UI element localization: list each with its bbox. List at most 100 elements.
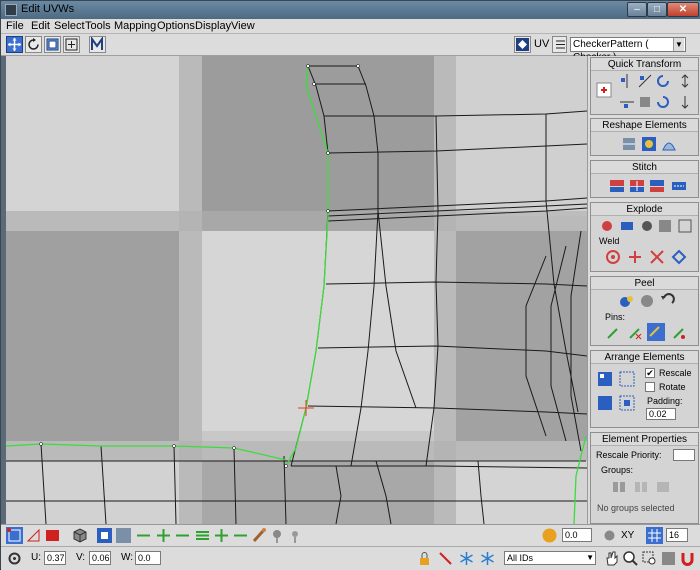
stitch-settings-button[interactable] (671, 178, 687, 194)
soft-selection-button[interactable] (541, 527, 558, 544)
select-by-element-uv-button[interactable] (96, 527, 113, 544)
menu-select[interactable]: Select (54, 20, 85, 32)
select-pins-button[interactable] (671, 325, 687, 341)
magnet-snap-button[interactable] (679, 550, 696, 567)
pan-button[interactable] (603, 550, 620, 567)
filter-selected-faces-button[interactable] (479, 550, 496, 567)
space-horizontal-button[interactable] (677, 94, 693, 110)
straighten-selection-button[interactable] (621, 136, 637, 152)
rotate-tool-button[interactable] (25, 36, 42, 53)
menu-edit[interactable]: Edit (31, 20, 50, 32)
scale-tool-button[interactable] (44, 36, 61, 53)
align-vertical-icon (620, 101, 634, 108)
select-group-button[interactable] (655, 479, 671, 495)
align-to-edge-button[interactable] (637, 94, 653, 110)
paint-grow-button[interactable] (269, 527, 286, 544)
lock-selection-button[interactable] (416, 550, 433, 567)
rescale-priority-spinner[interactable] (673, 449, 695, 461)
relax-settings-button[interactable] (661, 136, 677, 152)
menu-view[interactable]: View (231, 20, 255, 32)
maximize-button[interactable]: □ (647, 2, 667, 17)
align-horizontal-button[interactable] (619, 73, 635, 89)
expand-selection-button[interactable] (155, 527, 172, 544)
menu-mapping[interactable]: Mapping (114, 20, 156, 32)
freeform-tool-button[interactable] (63, 36, 80, 53)
zoom-region-button[interactable] (641, 550, 658, 567)
select-by-element-xy-button[interactable] (115, 527, 132, 544)
pack-normalize-button[interactable] (597, 371, 613, 387)
paint-select-button[interactable] (251, 527, 268, 544)
uv-canvas[interactable] (6, 56, 587, 524)
reset-peel-button[interactable] (659, 293, 675, 309)
rotate-checkbox[interactable] (645, 382, 655, 392)
detach-button[interactable] (619, 218, 635, 234)
freeze-selection-button[interactable] (458, 550, 475, 567)
mirror-tool-button[interactable] (89, 36, 106, 53)
grid-value-field[interactable]: 16 (666, 528, 688, 542)
menu-display[interactable]: Display (195, 20, 231, 32)
axis-constraint-button[interactable] (601, 527, 618, 544)
weld-target-button[interactable] (627, 249, 643, 265)
ungroup-button[interactable] (633, 479, 649, 495)
hide-selection-button[interactable] (437, 550, 454, 567)
move-tool-button[interactable] (6, 36, 23, 53)
rescale-checkbox[interactable]: ✔ (645, 368, 655, 378)
weld-selected-button[interactable] (605, 249, 621, 265)
stitch-average-button[interactable] (629, 178, 645, 194)
minimize-button[interactable]: – (627, 2, 647, 17)
align-diagonal-button[interactable] (637, 73, 653, 89)
zoom-extents-button[interactable] (660, 550, 677, 567)
space-vertical-button[interactable] (677, 73, 693, 89)
padding-spinner[interactable]: 0.02 (646, 408, 676, 420)
unpin-button[interactable] (627, 325, 643, 341)
weld-settings-button[interactable] (671, 249, 687, 265)
zoom-button[interactable] (622, 550, 639, 567)
grid-snap-button[interactable] (646, 527, 663, 544)
u-field[interactable]: 0.37 (44, 551, 66, 565)
stitch-to-source-button[interactable] (649, 178, 665, 194)
select-element-button[interactable] (71, 527, 88, 544)
auto-pin-button[interactable] (647, 323, 665, 341)
pack-settings-button[interactable] (619, 395, 635, 411)
flatten-by-smoothing-button[interactable] (657, 218, 673, 234)
pin-selected-button[interactable] (605, 325, 621, 341)
stitch-to-target-button[interactable] (609, 178, 625, 194)
pack-custom-button[interactable] (619, 371, 635, 387)
grow-selection-button[interactable] (135, 527, 152, 544)
quick-peel-button[interactable] (619, 293, 635, 309)
vertex-mode-button[interactable] (6, 527, 23, 544)
polygon-mode-button[interactable] (44, 527, 61, 544)
peel-mode-button[interactable] (639, 293, 655, 309)
shrink-selection-button[interactable] (174, 527, 191, 544)
loop-selection-button[interactable] (194, 527, 211, 544)
pack-together-button[interactable] (597, 395, 613, 411)
menu-file[interactable]: File (6, 20, 24, 32)
uv-list-button[interactable] (552, 36, 567, 53)
flatten-settings-button[interactable] (677, 218, 693, 234)
break-button[interactable] (599, 218, 615, 234)
relax-button[interactable] (641, 136, 657, 152)
paint-shrink-button[interactable] (287, 527, 304, 544)
checker-band (6, 211, 587, 231)
material-ids-dropdown[interactable]: All IDs ▼ (504, 551, 596, 565)
close-button[interactable]: ✕ (667, 2, 699, 17)
menu-tools[interactable]: Tools (85, 20, 111, 32)
edge-mode-button[interactable] (25, 527, 42, 544)
show-map-button[interactable] (514, 36, 531, 53)
soft-selection-falloff-field[interactable]: 0.0 (562, 528, 592, 542)
w-field[interactable]: 0.0 (135, 551, 161, 565)
rotate-plus-90-button[interactable] (655, 73, 671, 89)
absolute-mode-button[interactable] (6, 550, 23, 567)
menu-options[interactable]: Options (157, 20, 195, 32)
align-vertical-button[interactable] (619, 94, 635, 110)
uv-viewport[interactable] (6, 56, 587, 524)
set-pivot-button[interactable] (596, 82, 612, 98)
texture-dropdown[interactable]: CheckerPattern ( Checker ) ▼ (570, 37, 686, 63)
rotate-minus-90-button[interactable] (655, 94, 671, 110)
ring-grow-button[interactable] (213, 527, 230, 544)
group-selected-button[interactable] (611, 479, 627, 495)
v-field[interactable]: 0.06 (89, 551, 111, 565)
weld-edges-button[interactable] (649, 249, 665, 265)
flatten-button[interactable] (639, 218, 655, 234)
ring-shrink-button[interactable] (232, 527, 249, 544)
